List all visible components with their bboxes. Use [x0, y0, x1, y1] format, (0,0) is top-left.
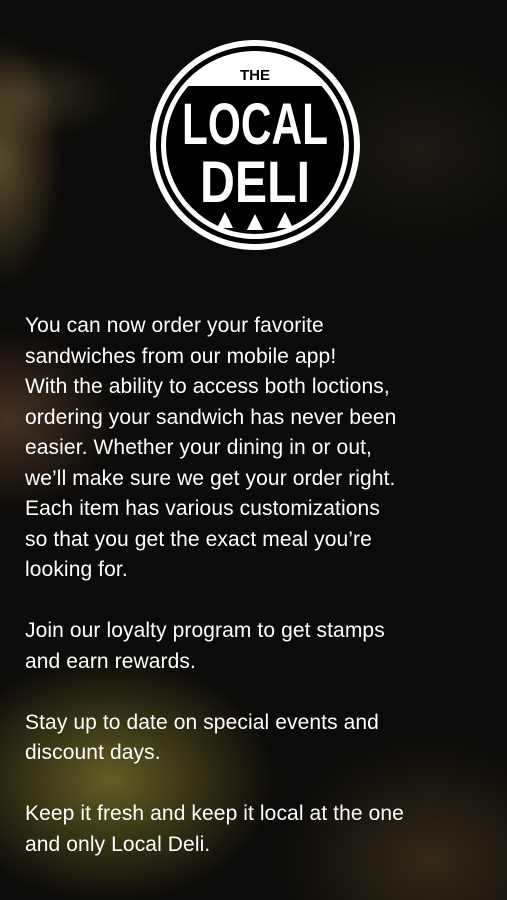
intro-paragraph: You can now order your favorite sandwich…: [25, 314, 397, 581]
logo-the-text: THE: [240, 67, 270, 84]
app-description: You can now order your favorite sandwich…: [25, 311, 495, 860]
logo-deli-text: DELI: [200, 150, 310, 215]
onboarding-screen: THE LOCAL DELI You can now order your fa…: [0, 0, 507, 900]
local-deli-logo: THE LOCAL DELI: [150, 40, 360, 250]
closing-paragraph: Keep it fresh and keep it local at the o…: [25, 802, 404, 856]
events-paragraph: Stay up to date on special events and di…: [25, 710, 379, 765]
logo-local-text: LOCAL: [182, 92, 328, 157]
loyalty-paragraph: Join our loyalty program to get stamps a…: [25, 619, 385, 673]
